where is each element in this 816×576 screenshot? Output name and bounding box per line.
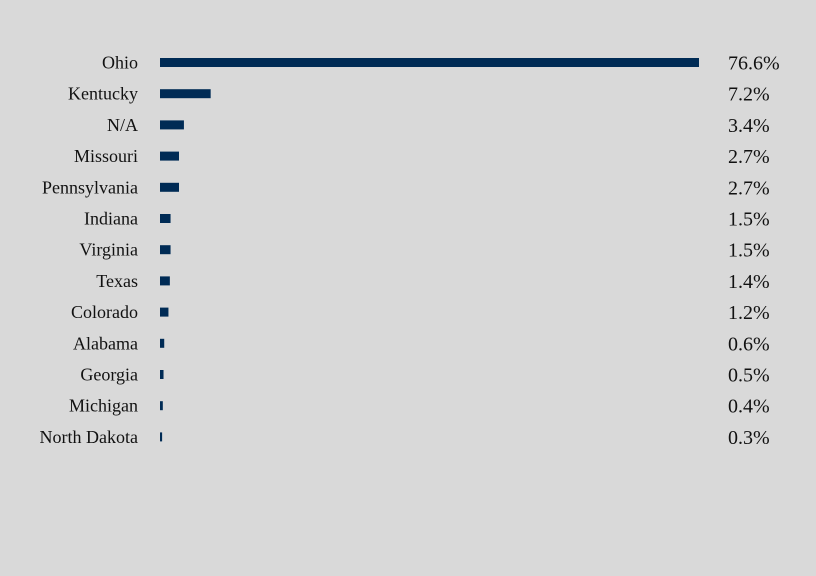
category-label: Pennsylvania (42, 177, 138, 197)
bar (160, 338, 165, 348)
value-label: 1.2% (728, 302, 770, 324)
value-label: 0.4% (728, 396, 770, 418)
category-label: Kentucky (68, 84, 138, 104)
category-label: Indiana (84, 209, 138, 229)
bar-row: North Dakota 0.3% (40, 427, 770, 449)
bar-row: Virginia 1.5% (79, 240, 769, 262)
bar-row: Pennsylvania 2.7% (42, 177, 770, 199)
bar (160, 182, 179, 192)
value-label: 0.3% (728, 427, 770, 449)
value-label: 1.5% (728, 209, 770, 231)
value-label: 2.7% (728, 177, 770, 199)
bar (160, 307, 169, 317)
category-label: Georgia (80, 365, 138, 385)
category-label: Michigan (69, 396, 138, 416)
value-label: 0.6% (728, 333, 770, 355)
category-label: Texas (96, 271, 138, 291)
value-label: 1.4% (728, 271, 770, 293)
bar (160, 151, 179, 161)
value-label: 76.6% (728, 53, 780, 75)
bar (160, 370, 164, 379)
bar (160, 214, 171, 223)
bar-row: Missouri 2.7% (74, 146, 770, 168)
bar-row: Kentucky 7.2% (68, 84, 770, 106)
category-label: North Dakota (40, 427, 138, 447)
value-label: 3.4% (728, 115, 770, 137)
category-label: Missouri (74, 146, 138, 166)
bar-row: N/A 3.4% (107, 115, 770, 137)
value-label: 2.7% (728, 146, 770, 168)
bar-row: Texas 1.4% (96, 271, 769, 293)
bar (160, 401, 163, 411)
bar (160, 89, 211, 99)
category-label: Colorado (71, 302, 138, 322)
category-label: Virginia (79, 240, 138, 260)
bar (160, 120, 184, 130)
bar (160, 58, 699, 67)
value-label: 1.5% (728, 240, 770, 262)
value-label: 7.2% (728, 84, 770, 106)
bar (160, 276, 170, 286)
bar-row: Colorado 1.2% (71, 302, 770, 324)
bar (160, 245, 171, 255)
category-label: Alabama (73, 333, 138, 353)
bar-row: Indiana 1.5% (84, 209, 770, 231)
bar-row: Michigan 0.4% (69, 396, 770, 418)
category-label: Ohio (102, 53, 138, 73)
bar-row: Alabama 0.6% (73, 333, 770, 355)
bar (160, 432, 163, 442)
category-label: N/A (107, 115, 138, 135)
bar-row: Ohio 76.6% (102, 53, 780, 75)
bar-chart: Ohio 76.6% Kentucky 7.2% N/A 3.4% Missouri 2.7%… (40, 53, 780, 449)
bar-row: Georgia 0.5% (80, 365, 769, 387)
value-label: 0.5% (728, 365, 770, 387)
